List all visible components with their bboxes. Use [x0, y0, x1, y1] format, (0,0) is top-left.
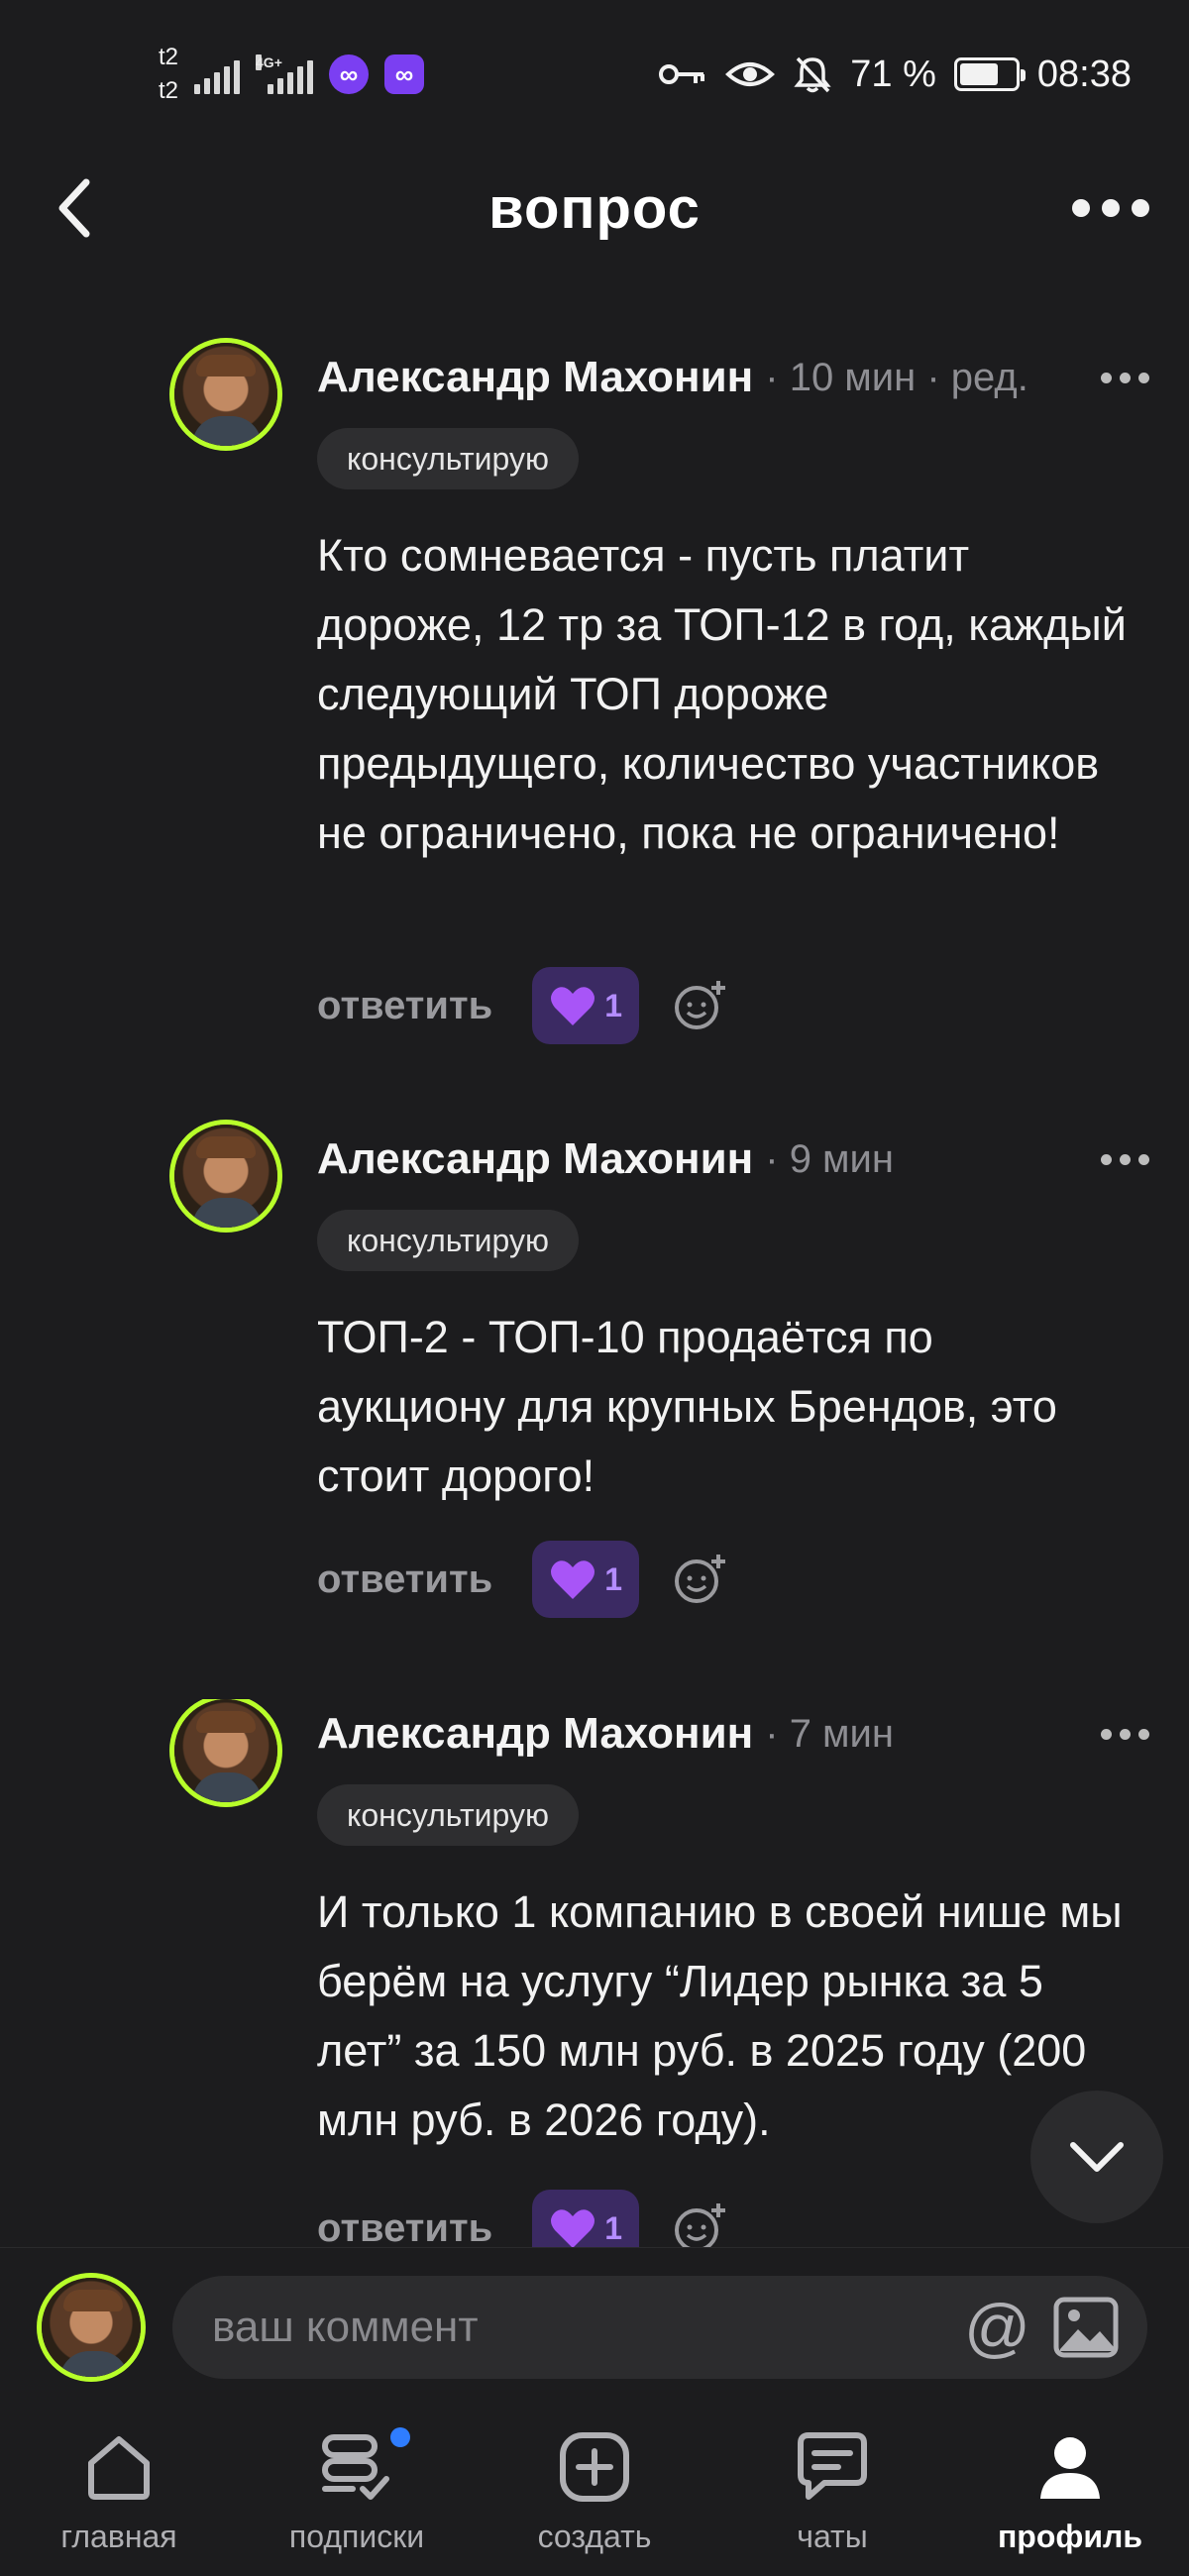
- comment: Александр Махонин · 7 мин консультирую И…: [0, 1699, 1189, 2247]
- comment-actions: ответить 1: [317, 1541, 730, 1618]
- comment-author[interactable]: Александр Махонин: [317, 1709, 753, 1759]
- clock: 08:38: [1036, 53, 1132, 95]
- like-button[interactable]: 1: [532, 1541, 640, 1618]
- comment-more-button[interactable]: [1101, 1153, 1149, 1165]
- home-icon: [88, 2436, 150, 2500]
- comment-bar: ваш коммент @: [0, 2247, 1189, 2406]
- comment: Александр Махонин · 9 мин консультирую Т…: [0, 1125, 1189, 1620]
- reply-button[interactable]: ответить: [317, 2206, 492, 2248]
- app-notification-icon-2: ∞: [384, 54, 425, 94]
- like-count: 1: [604, 1560, 623, 1597]
- page-title: вопрос: [488, 175, 701, 241]
- role-badge: консультирую: [317, 428, 579, 489]
- carrier-1: t2: [159, 44, 179, 70]
- like-count: 1: [604, 987, 623, 1023]
- comment-input[interactable]: ваш коммент @: [172, 2276, 1147, 2379]
- role-badge: консультирую: [317, 1210, 579, 1271]
- carrier-2: t2: [159, 77, 179, 104]
- add-reaction-button[interactable]: [671, 1550, 730, 1609]
- image-icon[interactable]: [1052, 2296, 1120, 2359]
- create-icon: [560, 2432, 629, 2502]
- key-icon: [659, 64, 705, 84]
- comment-header: Александр Махонин · 10 мин · ред.: [317, 343, 1149, 412]
- heart-icon: [551, 987, 595, 1025]
- profile-icon: [1040, 2437, 1100, 2499]
- reply-button[interactable]: ответить: [317, 1557, 492, 1602]
- comment-header: Александр Махонин · 9 мин: [317, 1125, 1149, 1194]
- subscriptions-icon: [322, 2434, 389, 2500]
- nav-profile[interactable]: профиль: [951, 2406, 1189, 2576]
- heart-icon: [551, 1560, 595, 1599]
- comment-author[interactable]: Александр Махонин: [317, 1134, 753, 1184]
- mention-icon[interactable]: @: [964, 2295, 1030, 2360]
- comment-meta: · 7 мин: [765, 1711, 894, 1756]
- eye-icon: [725, 62, 776, 86]
- chat-icon: [798, 2432, 867, 2500]
- comment-meta: · 9 мин: [765, 1136, 894, 1181]
- heart-icon: [551, 2209, 595, 2247]
- reply-button[interactable]: ответить: [317, 984, 492, 1028]
- my-avatar[interactable]: [42, 2278, 141, 2377]
- more-dot: [1132, 199, 1149, 217]
- comment-more-button[interactable]: [1101, 372, 1149, 383]
- app-notification-icon: ∞: [329, 54, 370, 94]
- nav-profile-label: профиль: [997, 2519, 1143, 2554]
- back-button[interactable]: [40, 170, 109, 246]
- mute-icon: [794, 56, 831, 93]
- comment-author[interactable]: Александр Махонин: [317, 353, 753, 402]
- comment-more-button[interactable]: [1101, 1728, 1149, 1740]
- nav-chats[interactable]: чаты: [713, 2406, 951, 2576]
- comment-text: И только 1 компанию в своей нише мы берё…: [317, 1886, 1123, 2145]
- comment: Александр Махонин · 10 мин · ред. консул…: [0, 343, 1189, 1076]
- nav-home[interactable]: главная: [0, 2406, 238, 2576]
- nav-home-label: главная: [60, 2519, 177, 2554]
- more-dot: [1102, 199, 1120, 217]
- battery-icon: [953, 57, 1026, 91]
- avatar[interactable]: [174, 343, 277, 446]
- nav-chats-label: чаты: [797, 2519, 868, 2554]
- like-button[interactable]: 1: [532, 2190, 640, 2247]
- avatar[interactable]: [174, 1699, 277, 1802]
- status-bar: t2 t2 4G+ ∞ ∞ 71 % 08:38: [0, 0, 1189, 149]
- bottom-nav: главная подписки создать чаты профиль: [0, 2406, 1189, 2576]
- chevron-left-icon: [58, 178, 90, 238]
- comment-meta: · 10 мин · ред.: [765, 355, 1028, 399]
- signal-1-icon: [194, 54, 241, 94]
- add-reaction-icon: [675, 2203, 726, 2247]
- like-button[interactable]: 1: [532, 967, 640, 1044]
- comment-header: Александр Махонин · 7 мин: [317, 1699, 1149, 1769]
- more-options-button[interactable]: [1072, 178, 1149, 238]
- avatar[interactable]: [174, 1125, 277, 1228]
- add-reaction-button[interactable]: [671, 2199, 730, 2247]
- add-reaction-button[interactable]: [671, 976, 730, 1035]
- add-reaction-icon: [675, 1555, 726, 1603]
- comment-input-placeholder: ваш коммент: [212, 2303, 479, 2351]
- nav-create[interactable]: создать: [476, 2406, 713, 2576]
- chevron-down-icon: [1070, 2142, 1124, 2172]
- nav-create-label: создать: [537, 2519, 652, 2554]
- role-badge: консультирую: [317, 1784, 579, 1846]
- top-bar: вопрос: [0, 149, 1189, 268]
- add-reaction-icon: [675, 981, 726, 1029]
- like-count: 1: [604, 2209, 623, 2246]
- carrier-labels: t2 t2: [159, 41, 178, 108]
- scroll-down-button[interactable]: [1030, 2091, 1163, 2223]
- notification-dot: [390, 2427, 410, 2447]
- comment-text: Кто сомневается - пусть платит дороже, 1…: [317, 530, 1127, 858]
- battery-percent: 71 %: [850, 53, 936, 95]
- comment-actions: ответить 1: [317, 967, 730, 1044]
- nav-subscriptions[interactable]: подписки: [238, 2406, 476, 2576]
- comment-actions: ответить 1: [317, 2190, 730, 2247]
- signal-2-icon: 4G+: [256, 54, 314, 94]
- nav-subscriptions-label: подписки: [288, 2519, 425, 2554]
- more-dot: [1072, 199, 1090, 217]
- network-type: 4G+: [256, 54, 282, 70]
- comment-text: ТОП-2 - ТОП-10 продаётся по аукциону для…: [317, 1312, 1057, 1501]
